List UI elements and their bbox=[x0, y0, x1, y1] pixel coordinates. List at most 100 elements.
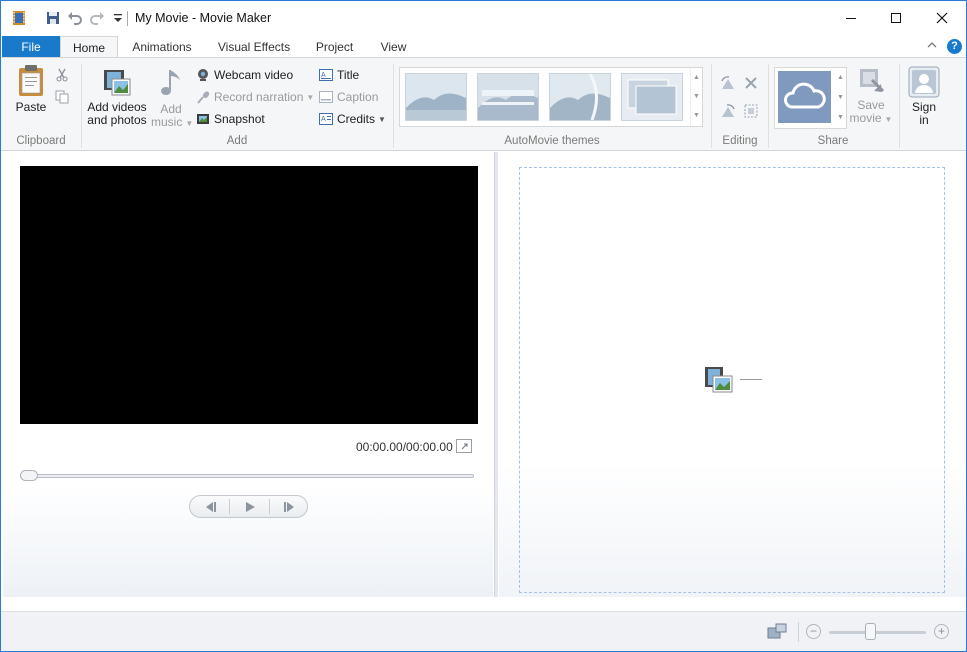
save-movie-icon bbox=[860, 69, 885, 93]
title-separator bbox=[127, 11, 128, 26]
svg-text:A: A bbox=[321, 116, 326, 123]
save-icon[interactable] bbox=[45, 10, 61, 26]
caption-button[interactable]: Caption bbox=[319, 88, 378, 106]
automovie-theme[interactable] bbox=[549, 73, 611, 121]
add-music-button[interactable]: Add music ▼ bbox=[151, 66, 194, 130]
caption-icon bbox=[319, 91, 333, 103]
webcam-video-label: Webcam video bbox=[214, 68, 294, 82]
gallery-more-icon[interactable]: ▼ bbox=[835, 108, 846, 128]
next-frame-button[interactable] bbox=[270, 496, 309, 517]
copy-icon[interactable] bbox=[55, 90, 69, 104]
movie-maker-window: My Movie - Movie Maker File Home Animati… bbox=[0, 0, 967, 652]
sign-in-button[interactable]: Sign in bbox=[904, 66, 944, 127]
rotate-left-icon[interactable] bbox=[720, 75, 736, 91]
remove-icon[interactable] bbox=[743, 75, 759, 91]
automovie-themes-group-label: AutoMovie themes bbox=[504, 135, 600, 147]
storyboard-placeholder-line bbox=[740, 379, 762, 380]
share-gallery-scroll[interactable]: ▲ ▼ ▼ bbox=[835, 68, 846, 128]
onedrive-cloud-icon bbox=[784, 82, 826, 109]
zoom-slider-thumb[interactable] bbox=[865, 623, 876, 640]
onedrive-share-option[interactable] bbox=[778, 71, 831, 123]
close-button[interactable] bbox=[919, 1, 965, 35]
dropdown-arrow-icon: ▼ bbox=[306, 92, 315, 102]
sign-in-label-2: in bbox=[919, 113, 929, 127]
next-frame-icon bbox=[283, 501, 294, 512]
undo-icon[interactable] bbox=[67, 10, 83, 26]
storyboard-pane bbox=[499, 152, 966, 597]
gallery-more-icon[interactable]: ▼ bbox=[691, 106, 702, 125]
record-narration-button[interactable]: Record narration ▼ bbox=[196, 88, 314, 106]
rotate-right-icon[interactable] bbox=[720, 103, 736, 119]
group-separator bbox=[81, 64, 82, 148]
expand-preview-icon[interactable] bbox=[456, 439, 472, 453]
help-icon[interactable]: ? bbox=[947, 39, 962, 54]
workspace: 00:00.00/00:00.00 bbox=[1, 151, 966, 611]
customize-qat-icon[interactable] bbox=[110, 10, 126, 26]
scroll-down-icon[interactable]: ▼ bbox=[835, 88, 846, 108]
sign-in-icon bbox=[908, 66, 940, 98]
automovie-theme[interactable] bbox=[405, 73, 467, 121]
dropdown-arrow-icon: ▼ bbox=[185, 119, 194, 128]
svg-text:A: A bbox=[321, 72, 326, 79]
webcam-icon bbox=[198, 69, 208, 81]
automovie-theme[interactable] bbox=[621, 73, 683, 121]
clipboard-group-label: Clipboard bbox=[16, 135, 66, 147]
add-videos-photos-button[interactable]: Add videos and photos bbox=[85, 68, 149, 127]
select-all-icon[interactable] bbox=[743, 103, 759, 119]
tab-animations[interactable]: Animations bbox=[123, 36, 201, 58]
snapshot-label: Snapshot bbox=[214, 112, 265, 126]
snapshot-icon bbox=[197, 114, 209, 124]
scroll-down-icon[interactable]: ▼ bbox=[691, 87, 702, 106]
previous-frame-button[interactable] bbox=[190, 496, 229, 517]
save-movie-label-2: movie ▼ bbox=[849, 112, 893, 126]
paste-icon bbox=[19, 65, 43, 96]
title-label: Title bbox=[337, 68, 360, 82]
theme-thumbnail bbox=[478, 74, 538, 120]
title-button[interactable]: A Title bbox=[319, 66, 359, 84]
save-movie-button[interactable]: Save movie ▼ bbox=[849, 66, 893, 126]
pane-splitter[interactable] bbox=[494, 152, 498, 597]
maximize-button[interactable] bbox=[873, 1, 919, 35]
zoom-slider-track[interactable] bbox=[829, 631, 926, 634]
close-icon bbox=[936, 12, 948, 24]
storyboard-add-icon[interactable] bbox=[704, 366, 734, 394]
play-button[interactable] bbox=[230, 496, 269, 517]
snapshot-button[interactable]: Snapshot bbox=[196, 110, 265, 128]
themes-gallery-scroll[interactable]: ▲ ▼ ▼ bbox=[690, 68, 702, 126]
tab-visual-effects[interactable]: Visual Effects bbox=[210, 36, 298, 58]
seek-thumb[interactable] bbox=[20, 470, 38, 481]
add-videos-label-2: and photos bbox=[87, 113, 147, 127]
credits-label: Credits bbox=[337, 112, 376, 126]
cut-icon[interactable] bbox=[55, 68, 69, 82]
paste-button[interactable]: Paste bbox=[12, 64, 50, 114]
save-movie-label-2-text: movie bbox=[849, 111, 882, 125]
zoom-in-icon[interactable]: + bbox=[934, 624, 949, 639]
film-photo-icon bbox=[104, 70, 131, 96]
tab-home[interactable]: Home bbox=[60, 36, 118, 58]
minimize-button[interactable] bbox=[828, 1, 874, 35]
theme-thumbnail bbox=[622, 74, 682, 120]
scroll-up-icon[interactable]: ▲ bbox=[691, 68, 702, 87]
paste-label: Paste bbox=[15, 100, 47, 114]
group-separator bbox=[393, 64, 394, 148]
redo-icon[interactable] bbox=[89, 10, 105, 26]
theme-thumbnail bbox=[406, 74, 466, 120]
tab-file[interactable]: File bbox=[2, 36, 60, 58]
tab-view[interactable]: View bbox=[371, 36, 416, 58]
thumbnail-size-icon[interactable] bbox=[767, 623, 787, 641]
movie-maker-app-icon[interactable] bbox=[11, 10, 27, 26]
credits-icon: A bbox=[319, 113, 333, 125]
playback-controls bbox=[189, 495, 308, 518]
video-preview[interactable] bbox=[20, 166, 478, 424]
editing-group-label: Editing bbox=[722, 135, 758, 147]
tab-project[interactable]: Project bbox=[307, 36, 362, 58]
ribbon-home: Paste Clipboard Add videos and photos Ad… bbox=[1, 57, 966, 151]
automovie-theme[interactable] bbox=[477, 73, 539, 121]
zoom-out-icon[interactable]: − bbox=[806, 624, 821, 639]
credits-button[interactable]: A Credits ▼ bbox=[319, 110, 386, 128]
webcam-video-button[interactable]: Webcam video bbox=[196, 66, 293, 84]
ribbon-collapse-icon[interactable] bbox=[926, 39, 938, 51]
scroll-up-icon[interactable]: ▲ bbox=[835, 68, 846, 88]
seek-bar[interactable] bbox=[20, 474, 474, 478]
storyboard-drop-area[interactable] bbox=[519, 167, 945, 593]
